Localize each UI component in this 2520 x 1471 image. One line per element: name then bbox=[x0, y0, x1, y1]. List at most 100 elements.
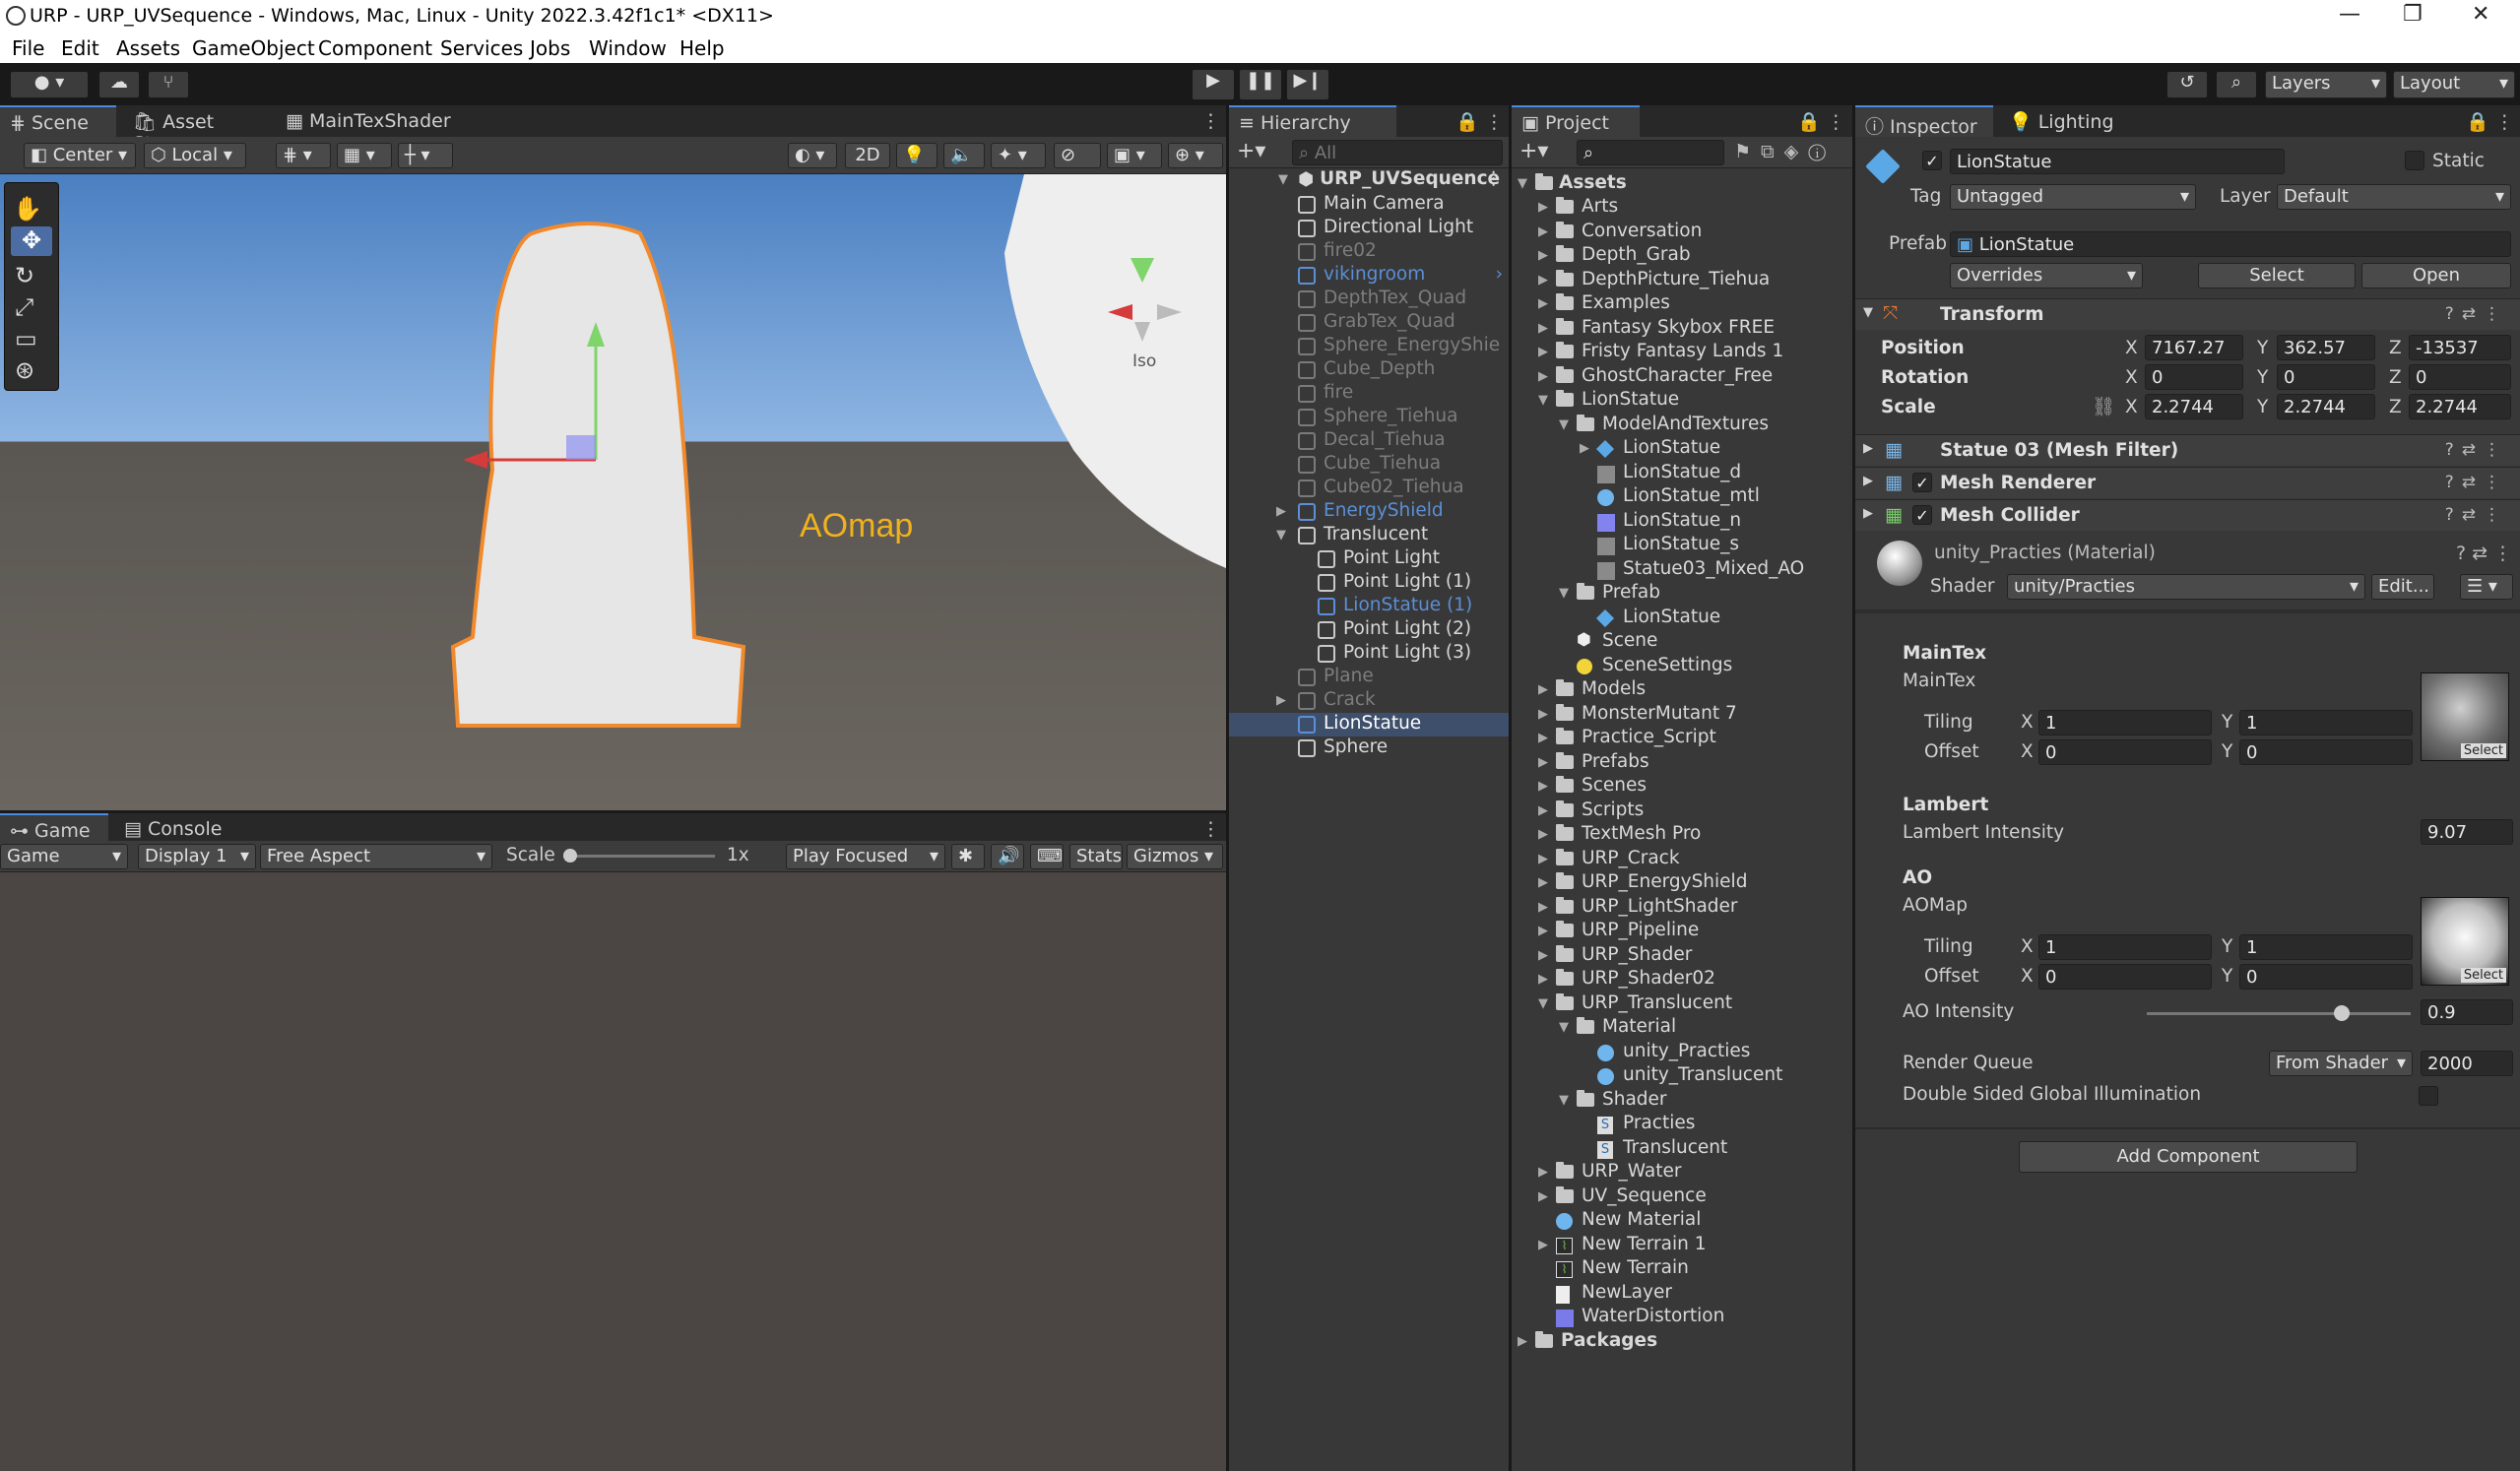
transform-tool-icon[interactable]: ⊛ bbox=[15, 356, 34, 384]
play-mode-dropdown[interactable]: Play Focused ▾ bbox=[786, 844, 945, 869]
project-item[interactable]: ▶ Fantasy Skybox FREE bbox=[1512, 317, 1852, 341]
overrides-dropdown[interactable]: Overrides ▾ bbox=[1950, 263, 2143, 288]
open-prefab-button[interactable]: Open bbox=[2361, 263, 2511, 288]
lock-icon[interactable]: 🔒 ⋮ bbox=[1455, 110, 1504, 133]
audio-toggle-icon[interactable]: 🔈 bbox=[943, 143, 985, 168]
add-component-button[interactable]: Add Component bbox=[2019, 1141, 2358, 1173]
collapse-arrow-icon[interactable]: ▼ bbox=[1276, 528, 1286, 543]
minimize-button[interactable]: — bbox=[2339, 2, 2360, 27]
ao-offset-x[interactable]: 0 bbox=[2038, 964, 2212, 990]
gizmos-dropdown[interactable]: Gizmos ▾ bbox=[1127, 844, 1223, 869]
ao-intensity-field[interactable]: 0.9 bbox=[2421, 999, 2513, 1025]
camera-icon[interactable]: ▣ ▾ bbox=[1107, 143, 1162, 168]
rect-tool-icon[interactable]: ▭ bbox=[15, 325, 37, 352]
project-item[interactable]: ▶ Prefabs bbox=[1512, 751, 1852, 775]
expand-arrow-icon[interactable]: ▶ bbox=[1538, 948, 1548, 963]
expand-arrow-icon[interactable]: ▶ bbox=[1538, 273, 1548, 288]
hierarchy-item[interactable]: ▶ EnergyShield bbox=[1229, 500, 1509, 524]
material-header-icons[interactable]: ?⇄⋮ bbox=[2456, 543, 2518, 564]
display-dropdown[interactable]: Display 1 ▾ bbox=[138, 844, 256, 869]
hierarchy-item[interactable]: DepthTex_Quad bbox=[1229, 288, 1509, 311]
hidden-objects-icon[interactable]: ⊘ bbox=[1054, 143, 1101, 168]
lion-statue-object[interactable] bbox=[450, 222, 746, 728]
layer-dropdown[interactable]: Default ▾ bbox=[2277, 184, 2511, 210]
hierarchy-item[interactable]: Directional Light bbox=[1229, 217, 1509, 240]
expand-arrow-icon[interactable]: ▶ bbox=[1538, 803, 1548, 818]
play-button[interactable]: ▶ bbox=[1192, 69, 1235, 100]
rotation-z-field[interactable]: 0 bbox=[2409, 364, 2511, 390]
stats-button[interactable]: Stats bbox=[1069, 844, 1123, 869]
project-item[interactable]: S Practies bbox=[1512, 1113, 1852, 1136]
menu-jobs[interactable]: Jobs bbox=[530, 36, 570, 60]
project-item[interactable]: ▶ Depth_Grab bbox=[1512, 244, 1852, 268]
project-item[interactable]: ▼ Shader bbox=[1512, 1089, 1852, 1113]
gizmo-plane-handle[interactable] bbox=[566, 435, 596, 460]
tab-scene[interactable]: ⋕ Scene bbox=[0, 105, 116, 137]
expand-arrow-icon[interactable]: ▶ bbox=[1538, 1165, 1548, 1180]
hierarchy-item[interactable]: Sphere_Tiehua bbox=[1229, 406, 1509, 429]
project-item[interactable]: WaterDistortion bbox=[1512, 1306, 1852, 1329]
effects-icon[interactable]: ✦ ▾ bbox=[991, 143, 1046, 168]
hierarchy-item[interactable]: Main Camera bbox=[1229, 193, 1509, 217]
expand-arrow-icon[interactable]: ▶ bbox=[1538, 1189, 1548, 1204]
scale-z-field[interactable]: 2.2744 bbox=[2409, 394, 2511, 419]
rotate-tool-icon[interactable]: ↻ bbox=[15, 262, 34, 289]
constrain-scale-icon[interactable]: ⛓ bbox=[2092, 395, 2115, 417]
menu-window[interactable]: Window bbox=[589, 36, 667, 60]
expand-arrow-icon[interactable]: ▶ bbox=[1538, 972, 1548, 987]
maximize-button[interactable]: ❐ bbox=[2403, 2, 2423, 27]
inspector-lock-icon[interactable]: 🔒 ⋮ bbox=[2466, 110, 2514, 133]
project-item[interactable]: S Translucent bbox=[1512, 1137, 1852, 1161]
project-item[interactable]: LionStatue bbox=[1512, 607, 1852, 630]
scene-viewport[interactable]: Iso AOmap ✋ ✥ ↻ ⤢ ▭ ⊛ bbox=[0, 174, 1226, 810]
tab-project[interactable]: ▣ Project bbox=[1512, 105, 1640, 137]
scale-slider[interactable] bbox=[563, 855, 715, 858]
expand-arrow-icon[interactable]: ▶ bbox=[1518, 1334, 1527, 1349]
position-z-field[interactable]: -13537 bbox=[2409, 335, 2511, 360]
object-name-field[interactable]: LionStatue bbox=[1950, 149, 2285, 174]
expand-arrow-icon[interactable]: ▶ bbox=[1538, 924, 1548, 938]
edit-shader-button[interactable]: Edit... bbox=[2371, 574, 2434, 600]
project-item[interactable]: ▶ URP_LightShader bbox=[1512, 896, 1852, 920]
maintex-offset-y[interactable]: 0 bbox=[2239, 739, 2413, 765]
expand-arrow-icon[interactable]: ▶ bbox=[1538, 248, 1548, 263]
lighting-toggle-icon[interactable]: 💡 bbox=[896, 143, 937, 168]
tab-hierarchy[interactable]: ≡ Hierarchy bbox=[1229, 105, 1396, 137]
hierarchy-item[interactable]: Point Light bbox=[1229, 547, 1509, 571]
project-item[interactable]: ▶ Examples bbox=[1512, 292, 1852, 316]
project-item[interactable]: ▶ Scenes bbox=[1512, 775, 1852, 799]
layers-dropdown[interactable]: Layers ▾ bbox=[2265, 71, 2387, 98]
expand-arrow-icon[interactable]: ▶ bbox=[1538, 731, 1548, 745]
ao-intensity-thumb[interactable] bbox=[2334, 1005, 2350, 1021]
hierarchy-item[interactable]: Sphere_EnergyShie bbox=[1229, 335, 1509, 358]
tab-game[interactable]: ⊶ Game bbox=[0, 813, 108, 842]
component-header-icons[interactable]: ?⇄⋮ bbox=[2445, 304, 2508, 324]
project-item[interactable]: ▼ Material bbox=[1512, 1016, 1852, 1040]
expand-arrow-icon[interactable]: ▶ bbox=[1538, 200, 1548, 215]
hierarchy-item[interactable]: fire02 bbox=[1229, 240, 1509, 264]
project-item[interactable]: ▼ Prefab bbox=[1512, 582, 1852, 606]
expand-arrow-icon[interactable]: ▶ bbox=[1538, 779, 1548, 794]
ao-offset-y[interactable]: 0 bbox=[2239, 964, 2413, 990]
scale-x-field[interactable]: 2.2744 bbox=[2145, 394, 2243, 419]
scale-y-field[interactable]: 2.2744 bbox=[2277, 394, 2375, 419]
expand-arrow-icon[interactable]: ▶ bbox=[1538, 682, 1548, 697]
expand-arrow-icon[interactable]: ▶ bbox=[1276, 504, 1286, 519]
transform-header[interactable]: ▼ ⤧ Transform ?⇄⋮ bbox=[1855, 298, 2520, 330]
collapse-arrow-icon[interactable]: ▼ bbox=[1538, 996, 1548, 1011]
rotation-x-field[interactable]: 0 bbox=[2145, 364, 2243, 390]
project-item[interactable]: ▶ LionStatue bbox=[1512, 437, 1852, 461]
expand-arrow-icon[interactable]: ▶ bbox=[1538, 827, 1548, 842]
menu-gameobject[interactable]: GameObject bbox=[192, 36, 315, 60]
aspect-dropdown[interactable]: Free Aspect ▾ bbox=[260, 844, 492, 869]
pivot-dropdown[interactable]: ◧ Center ▾ bbox=[24, 143, 136, 168]
position-y-field[interactable]: 362.57 bbox=[2277, 335, 2375, 360]
menu-services[interactable]: Services bbox=[440, 36, 523, 60]
scale-tool-icon[interactable]: ⤢ bbox=[15, 293, 33, 321]
project-item[interactable]: LionStatue_n bbox=[1512, 510, 1852, 534]
hand-tool-icon[interactable]: ✋ bbox=[13, 195, 42, 223]
hierarchy-item[interactable]: ▶ Crack bbox=[1229, 689, 1509, 713]
grid-visibility-icon[interactable]: ▦ ▾ bbox=[337, 143, 392, 168]
render-queue-field[interactable]: 2000 bbox=[2421, 1051, 2513, 1076]
project-item[interactable]: ▶ Fristy Fantasy Lands 1 bbox=[1512, 341, 1852, 364]
